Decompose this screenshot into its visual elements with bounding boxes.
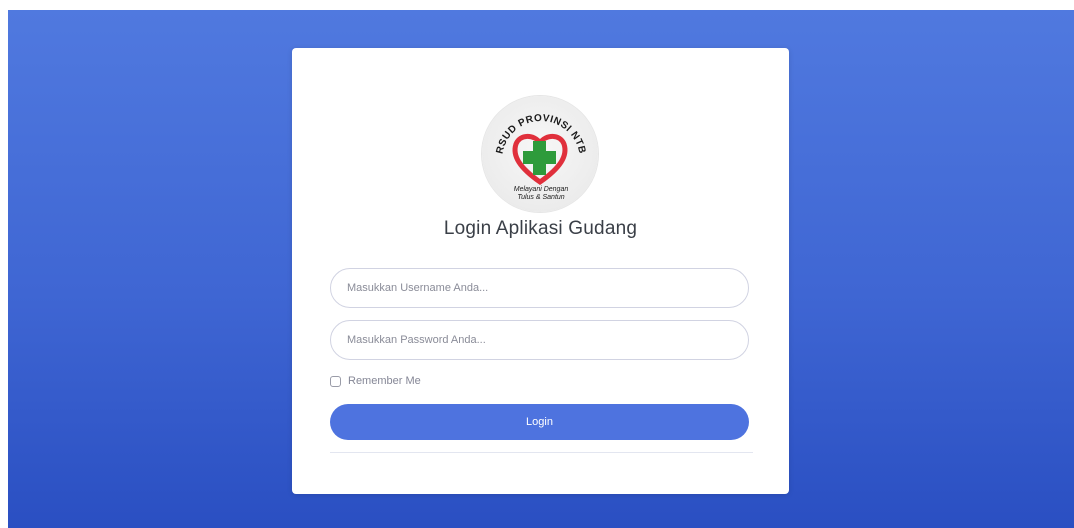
login-card: RSUD PROVINSI NTB Melayani Dengan Tulus … — [292, 48, 789, 494]
logo-tagline-1: Melayani Dengan — [514, 186, 569, 193]
login-button[interactable]: Login — [330, 404, 749, 440]
hospital-logo: RSUD PROVINSI NTB Melayani Dengan Tulus … — [482, 96, 598, 212]
logo-tagline-2: Tulus & Santun — [517, 194, 564, 201]
hospital-logo-graphic: RSUD PROVINSI NTB Melayani Dengan Tulus … — [494, 113, 587, 201]
remember-me-checkbox[interactable] — [330, 375, 341, 387]
cross-icon-horizontal — [523, 151, 556, 164]
remember-me-row[interactable]: Remember Me — [330, 374, 421, 388]
page-title: Login Aplikasi Gudang — [443, 218, 638, 239]
page-background: RSUD PROVINSI NTB Melayani Dengan Tulus … — [8, 10, 1074, 528]
remember-me-label[interactable]: Remember Me — [348, 375, 421, 387]
username-input[interactable] — [330, 268, 749, 308]
password-input[interactable] — [330, 320, 749, 360]
divider — [330, 452, 753, 453]
